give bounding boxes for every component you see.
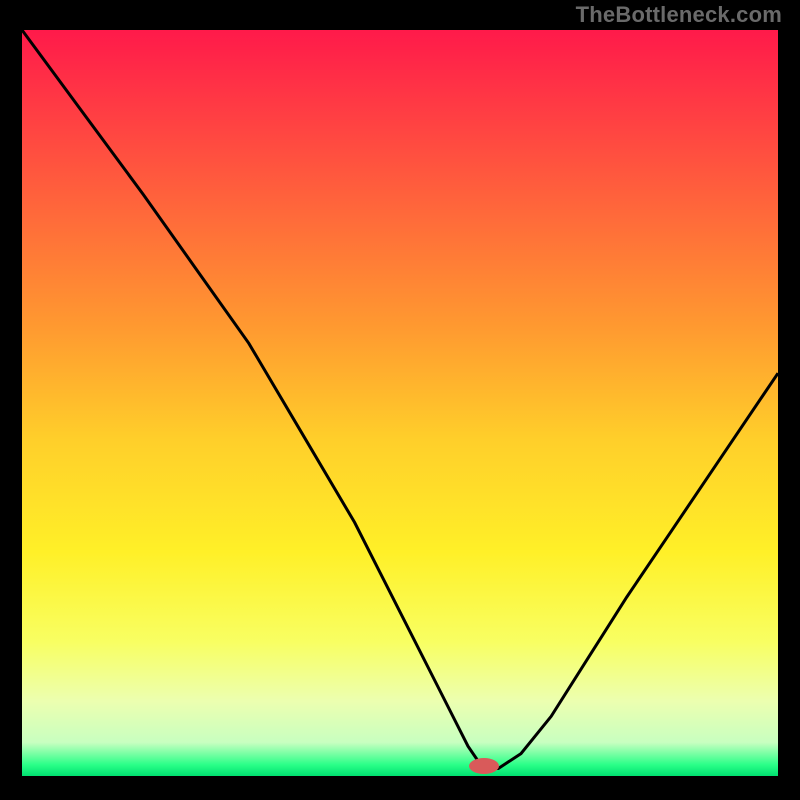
bottleneck-chart — [0, 0, 800, 800]
watermark-text: TheBottleneck.com — [576, 2, 782, 28]
plot-background — [22, 30, 778, 776]
optimal-marker — [469, 758, 499, 774]
